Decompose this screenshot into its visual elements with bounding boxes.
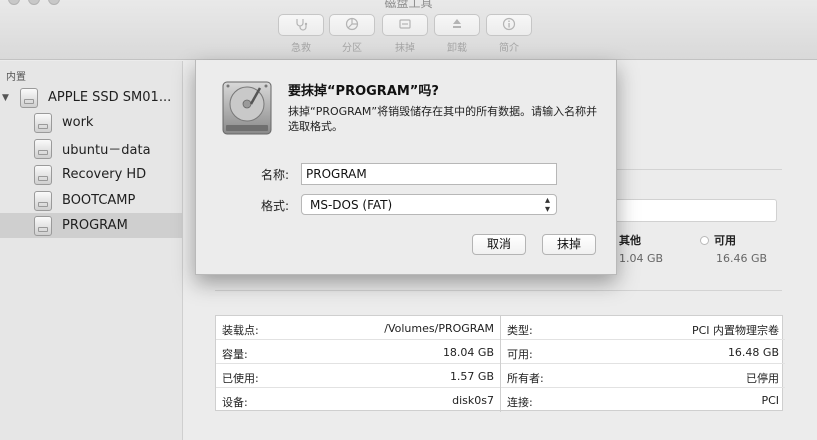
info-column-right: 类型: PCI 内置物理宗卷 可用: 16.48 GB 所有者: 已停用 连接:…	[500, 316, 785, 412]
info-label: 简介	[499, 43, 519, 54]
hard-drive-icon	[218, 78, 276, 136]
info-value: /Volumes/PROGRAM	[384, 322, 494, 335]
legend-free: 可用	[700, 232, 736, 248]
info-row: 可用: 16.48 GB	[501, 340, 785, 364]
info-row: 已使用: 1.57 GB	[216, 364, 500, 388]
info-value: disk0s7	[452, 394, 494, 407]
info-row: 装载点: /Volumes/PROGRAM	[216, 316, 500, 340]
info-value: 16.48 GB	[727, 346, 779, 359]
info-row: 设备: disk0s7	[216, 388, 500, 412]
info-icon	[502, 17, 516, 34]
sidebar-item-label: work	[62, 115, 94, 130]
volume-icon	[34, 138, 52, 159]
dialog-message: 抹掉“PROGRAM”将销毁储存在其中的所有数据。请输入名称并选取格式。	[288, 105, 598, 133]
partition-label: 分区	[342, 43, 362, 54]
format-select[interactable]: MS-DOS (FAT) ▴ ▾	[301, 194, 557, 215]
info-row: 连接: PCI	[501, 388, 785, 412]
info-key: 所有者:	[507, 372, 544, 385]
legend-free-swatch	[700, 236, 709, 245]
volume-icon	[34, 190, 52, 211]
sidebar-item-recovery-hd[interactable]: Recovery HD	[0, 162, 183, 187]
erase-icon	[398, 17, 412, 34]
format-selected-value: MS-DOS (FAT)	[310, 198, 393, 212]
sidebar-device-label: APPLE SSD SM01...	[48, 90, 172, 105]
partition-button[interactable]: 分区	[323, 14, 381, 54]
sidebar-item-program[interactable]: PROGRAM	[0, 213, 183, 238]
info-key: 可用:	[507, 348, 533, 361]
info-key: 装载点:	[222, 324, 259, 337]
legend-other: 其他	[619, 232, 641, 248]
name-label: 名称:	[260, 168, 289, 182]
info-column-left: 装载点: /Volumes/PROGRAM 容量: 18.04 GB 已使用: …	[216, 316, 500, 412]
info-table: 装载点: /Volumes/PROGRAM 容量: 18.04 GB 已使用: …	[215, 315, 785, 412]
divider	[215, 290, 782, 291]
info-button[interactable]: 简介	[480, 14, 538, 54]
volume-icon	[34, 215, 52, 236]
sidebar: 内置 ▼ APPLE SSD SM01... work ubuntu－data …	[0, 61, 183, 440]
sidebar-device[interactable]: ▼ APPLE SSD SM01...	[0, 85, 183, 110]
unmount-icon	[450, 17, 464, 34]
info-key: 容量:	[222, 348, 248, 361]
info-key: 类型:	[507, 324, 533, 337]
info-row: 所有者: 已停用	[501, 364, 785, 388]
name-input[interactable]	[301, 163, 557, 185]
info-key: 设备:	[222, 396, 248, 409]
legend-other-value: 1.04 GB	[619, 252, 664, 265]
sidebar-item-ubuntu-data[interactable]: ubuntu－data	[0, 136, 183, 161]
volume-icon	[34, 164, 52, 185]
erase-confirm-button[interactable]: 抹掉	[542, 234, 596, 255]
drive-icon	[20, 87, 38, 108]
sidebar-item-label: Recovery HD	[62, 167, 147, 182]
sidebar-item-label: PROGRAM	[62, 218, 128, 233]
first-aid-button[interactable]: 急救	[272, 14, 330, 54]
info-value: PCI 内置物理宗卷	[691, 324, 779, 337]
sidebar-item-work[interactable]: work	[0, 110, 183, 135]
sidebar-section-header: 内置	[6, 72, 26, 83]
disclosure-triangle-icon[interactable]: ▼	[2, 93, 12, 103]
erase-button[interactable]: 抹掉	[376, 14, 434, 54]
info-value: 18.04 GB	[442, 346, 494, 359]
window-title: 磁盘工具	[384, 0, 433, 10]
legend-other-label: 其他	[619, 234, 641, 247]
info-key: 连接:	[507, 396, 533, 409]
erase-label: 抹掉	[395, 43, 415, 54]
format-label: 格式:	[260, 199, 289, 213]
dialog-title: 要抹掉“PROGRAM”吗?	[288, 84, 439, 99]
sidebar-item-label: ubuntu－data	[62, 143, 151, 158]
info-row: 容量: 18.04 GB	[216, 340, 500, 364]
volume-icon	[34, 112, 52, 133]
info-key: 已使用:	[222, 372, 259, 385]
unmount-label: 卸载	[447, 43, 467, 54]
first-aid-label: 急救	[291, 43, 311, 54]
cancel-button[interactable]: 取消	[472, 234, 526, 255]
toolbar: 磁盘工具 急救 分区 抹掉 卸载 简介	[0, 0, 817, 60]
info-value: 1.57 GB	[449, 370, 494, 383]
partition-pie-icon	[345, 17, 359, 34]
info-value: 已停用	[746, 372, 779, 385]
volume-usage-bar	[609, 199, 777, 222]
unmount-button[interactable]: 卸载	[428, 14, 486, 54]
stethoscope-icon	[294, 17, 308, 34]
info-row: 类型: PCI 内置物理宗卷	[501, 316, 785, 340]
sidebar-item-label: BOOTCAMP	[62, 193, 136, 208]
erase-dialog: 要抹掉“PROGRAM”吗? 抹掉“PROGRAM”将销毁储存在其中的所有数据。…	[195, 60, 617, 275]
chevron-updown-icon: ▴ ▾	[544, 195, 550, 215]
legend-free-value: 16.46 GB	[716, 252, 768, 265]
sidebar-item-bootcamp[interactable]: BOOTCAMP	[0, 188, 183, 213]
info-value: PCI	[761, 394, 779, 407]
legend-free-label: 可用	[714, 234, 736, 247]
